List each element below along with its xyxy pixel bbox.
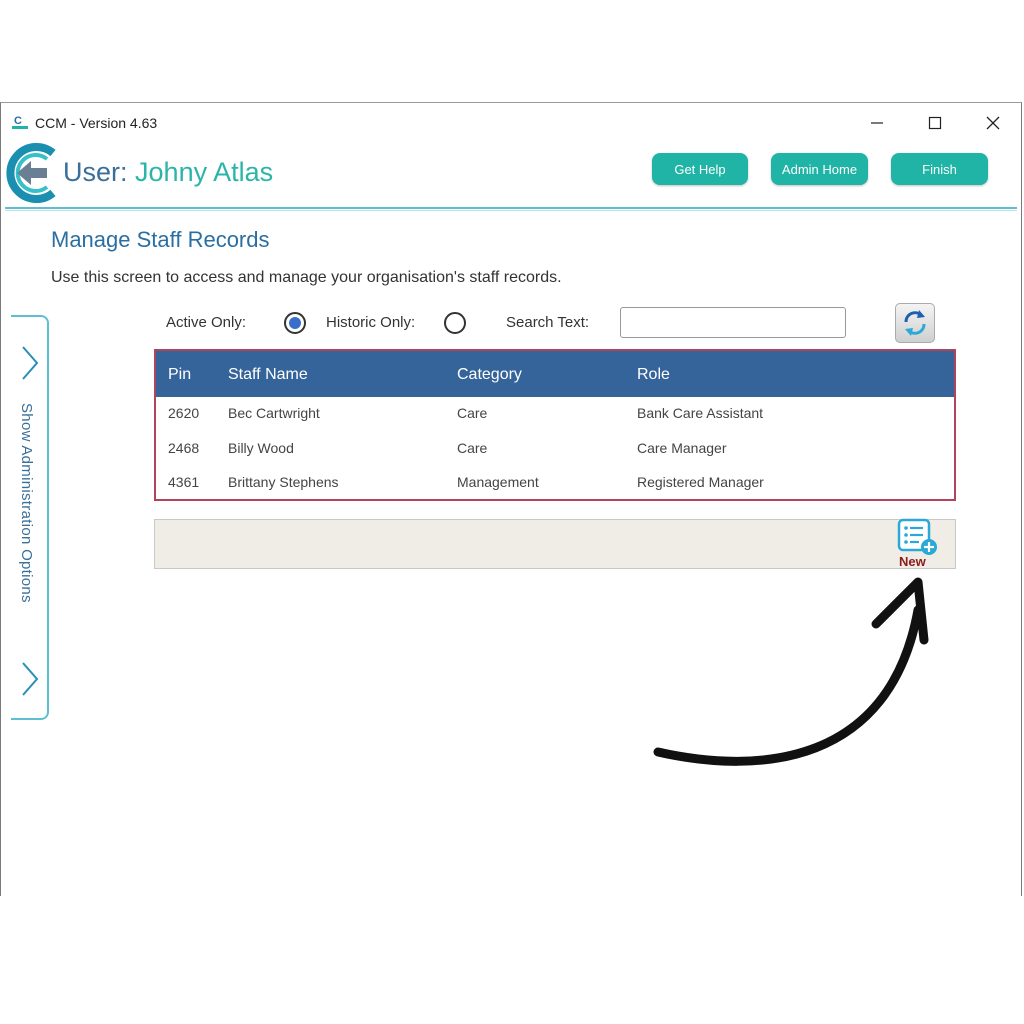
- finish-button[interactable]: Finish: [891, 153, 988, 185]
- table-row[interactable]: 2468 Billy Wood Care Care Manager: [156, 440, 954, 468]
- side-tab-label: Show Administration Options: [18, 403, 35, 603]
- cell-staff-name: Brittany Stephens: [228, 474, 339, 490]
- cell-pin: 2468: [168, 440, 200, 456]
- cell-category: Care: [457, 405, 488, 421]
- radio-selected-dot: [289, 317, 301, 329]
- header-divider-light: [5, 210, 1017, 211]
- curved-arrow-icon: [653, 577, 929, 766]
- search-text-label: Search Text:: [506, 314, 590, 331]
- column-header-staff-name[interactable]: Staff Name: [228, 366, 308, 384]
- cell-pin: 4361: [168, 474, 200, 490]
- back-arrow-icon[interactable]: [3, 141, 59, 205]
- user-display: User: Johny Atlas: [63, 157, 273, 188]
- table-row[interactable]: 4361 Brittany Stephens Management Regist…: [156, 474, 954, 498]
- cell-pin: 2620: [168, 405, 200, 421]
- cell-role: Registered Manager: [637, 474, 764, 490]
- window-title: CCM - Version 4.63: [35, 115, 158, 131]
- search-input[interactable]: [620, 307, 846, 338]
- header-divider: [5, 207, 1017, 209]
- cell-staff-name: Bec Cartwright: [228, 405, 320, 421]
- cell-role: Care Manager: [637, 440, 727, 456]
- staff-records-table: Pin Staff Name Category Role 2620 Bec Ca…: [154, 349, 956, 501]
- refresh-button[interactable]: [895, 303, 935, 343]
- column-header-category[interactable]: Category: [457, 366, 522, 384]
- close-icon: [986, 116, 1000, 130]
- title-bar: C CCM - Version 4.63: [1, 103, 1021, 141]
- active-only-radio[interactable]: [284, 312, 306, 334]
- maximize-button[interactable]: [915, 109, 955, 137]
- cell-category: Management: [457, 474, 539, 490]
- chevron-right-icon: [22, 346, 39, 380]
- historic-only-radio[interactable]: [444, 312, 466, 334]
- active-only-label: Active Only:: [166, 314, 247, 331]
- historic-only-label: Historic Only:: [326, 314, 416, 331]
- table-header: Pin Staff Name Category Role: [156, 351, 954, 397]
- show-admin-options-tab[interactable]: Show Administration Options: [11, 315, 49, 720]
- admin-home-button[interactable]: Admin Home: [771, 153, 868, 185]
- get-help-button[interactable]: Get Help: [652, 153, 748, 185]
- column-header-role[interactable]: Role: [637, 366, 670, 384]
- cell-category: Care: [457, 440, 488, 456]
- refresh-icon: [904, 310, 926, 336]
- user-name: Johny Atlas: [135, 157, 274, 187]
- table-row[interactable]: 2620 Bec Cartwright Care Bank Care Assis…: [156, 405, 954, 433]
- cell-role: Bank Care Assistant: [637, 405, 764, 421]
- close-button[interactable]: [973, 109, 1013, 137]
- minimize-button[interactable]: [857, 109, 897, 137]
- new-record-icon: [897, 518, 937, 555]
- maximize-icon: [928, 116, 942, 130]
- user-label: User:: [63, 157, 128, 187]
- chevron-right-icon: [22, 662, 39, 696]
- page-title: Manage Staff Records: [51, 227, 270, 252]
- page-description: Use this screen to access and manage you…: [51, 269, 562, 286]
- cell-staff-name: Billy Wood: [228, 440, 294, 456]
- column-header-pin[interactable]: Pin: [168, 366, 191, 384]
- app-header: User: Johny Atlas Get Help Admin Home Fi…: [1, 141, 1021, 205]
- svg-text:C: C: [14, 115, 22, 127]
- minimize-icon: [871, 122, 883, 124]
- app-logo-icon: C: [12, 115, 28, 129]
